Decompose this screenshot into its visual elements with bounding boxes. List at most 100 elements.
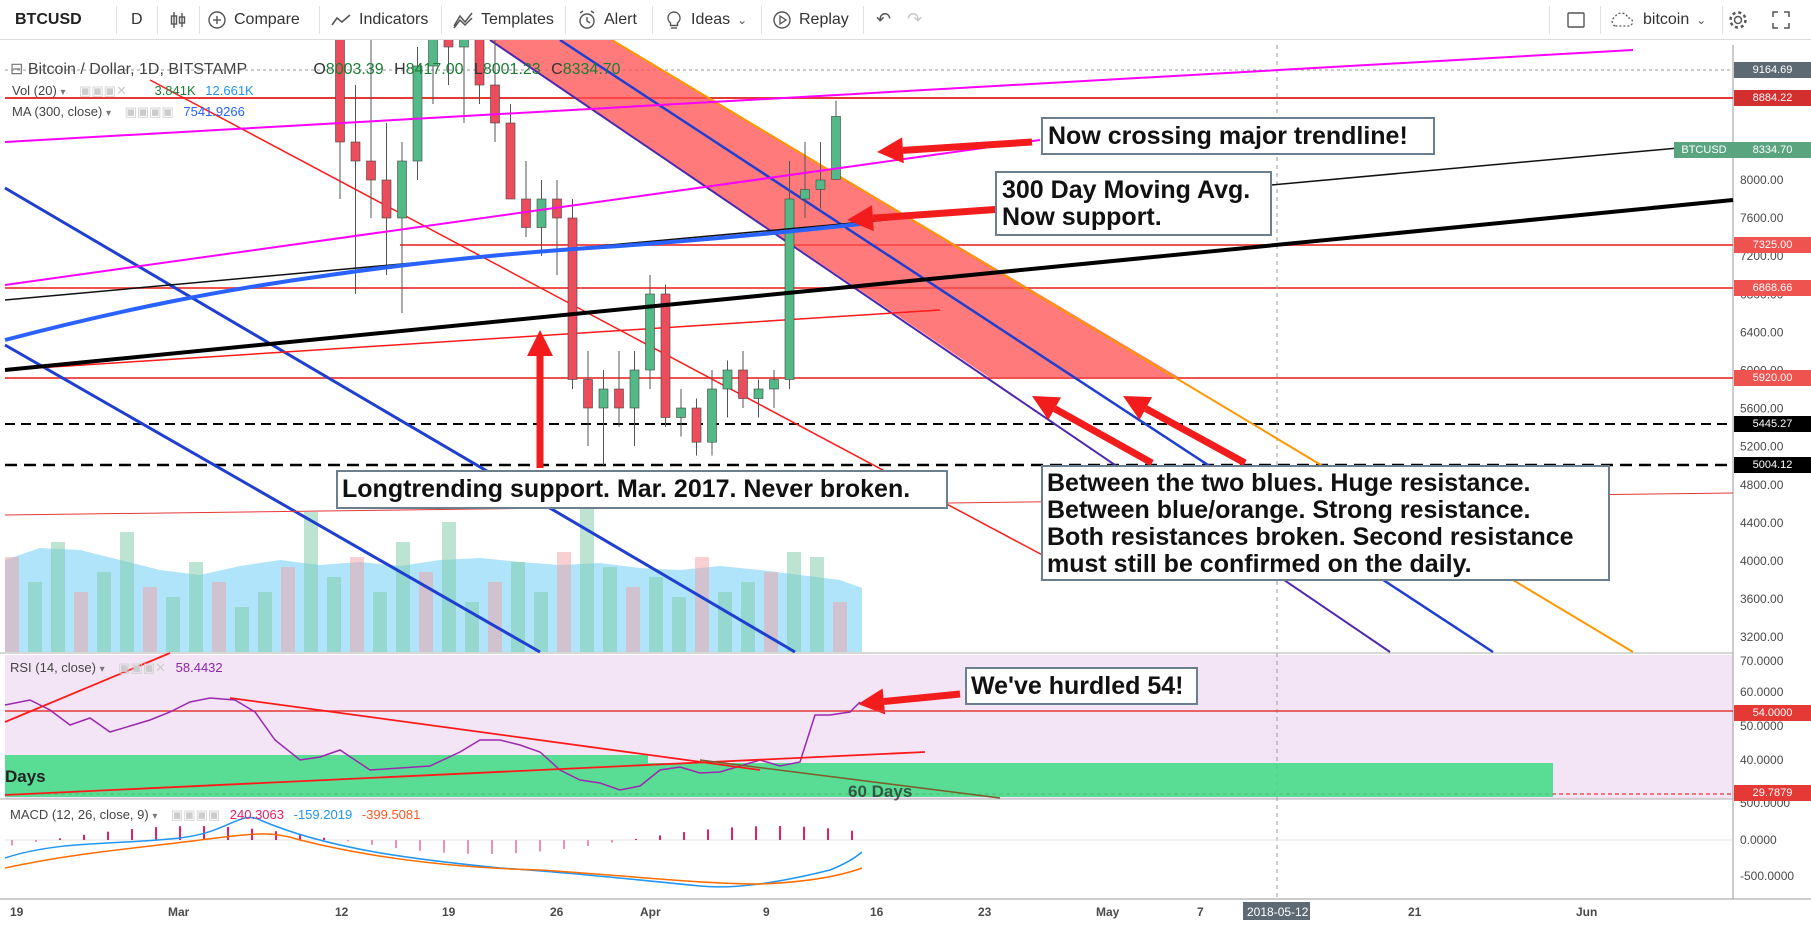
price-axis-tick: 3600.00 bbox=[1740, 592, 1784, 606]
price-axis-tick: 7600.00 bbox=[1740, 211, 1784, 225]
annotation-longtrend[interactable]: Longtrending support. Mar. 2017. Never b… bbox=[336, 470, 948, 509]
chevron-down-icon: ▾ bbox=[99, 664, 105, 675]
time-axis-tick: Mar bbox=[168, 905, 190, 919]
ohlc-l-label: L bbox=[473, 61, 483, 78]
ohlc-h-label: H bbox=[394, 61, 406, 78]
annotation-text-line: must still be confirmed on the daily. bbox=[1047, 550, 1472, 578]
vol-label: Vol (20) bbox=[12, 83, 57, 98]
indicators-button[interactable]: Indicators bbox=[330, 0, 428, 39]
rsi-value: 58.4432 bbox=[175, 660, 223, 675]
annotation-text-line: Both resistances broken. Second resistan… bbox=[1047, 523, 1574, 551]
volume-bar bbox=[810, 557, 824, 652]
candle-body bbox=[350, 141, 361, 162]
volume-bar bbox=[74, 592, 88, 652]
time-axis-tick: 19 bbox=[442, 905, 456, 919]
legend-actions-icon[interactable]: ▣▣▣✕ bbox=[118, 660, 166, 675]
candle-body bbox=[443, 40, 454, 48]
interval-button[interactable]: D bbox=[131, 0, 143, 39]
candle-body bbox=[784, 198, 795, 380]
volume-bar bbox=[695, 557, 709, 652]
ma-label: MA (300, close) bbox=[12, 104, 103, 119]
undo-button[interactable]: ↶ bbox=[876, 0, 891, 39]
compare-button[interactable]: Compare bbox=[207, 0, 300, 39]
volume-bar bbox=[741, 582, 755, 652]
time-axis-tick: 21 bbox=[1408, 905, 1422, 919]
ohlc-open: 8003.39 bbox=[325, 61, 384, 78]
redo-button[interactable]: ↷ bbox=[907, 0, 922, 39]
candle-body bbox=[583, 379, 593, 409]
annotation-resistance-note[interactable]: Between the two blues. Huge resistance. … bbox=[1041, 465, 1610, 581]
chevron-down-icon: ▾ bbox=[105, 108, 111, 119]
volume-bar bbox=[350, 557, 364, 652]
vol-value-1: 3.841K bbox=[154, 83, 196, 98]
chart-style-button[interactable] bbox=[168, 0, 188, 39]
volume-bar bbox=[143, 587, 157, 652]
chevron-down-icon: ▾ bbox=[152, 811, 158, 822]
cloud-icon bbox=[1611, 11, 1634, 27]
candle-body bbox=[629, 369, 640, 409]
candle-body bbox=[769, 379, 779, 390]
toolbar-divider bbox=[1722, 6, 1723, 34]
candle-body bbox=[691, 407, 702, 443]
time-axis-tick: 12 bbox=[335, 905, 349, 919]
ohlc-o-label: O bbox=[313, 61, 326, 78]
price-tag-5004: 5004.12 bbox=[1734, 457, 1811, 473]
settings-button[interactable] bbox=[1727, 0, 1749, 39]
volume-bar bbox=[396, 542, 410, 652]
price-axis-tick: 5600.00 bbox=[1740, 402, 1784, 416]
legend-actions-icon[interactable]: ▣▣▣▣ bbox=[125, 104, 174, 119]
legend-actions-icon[interactable]: ▣▣▣✕ bbox=[79, 83, 127, 98]
volume-bar bbox=[258, 592, 272, 652]
legend-actions-icon[interactable]: ▣▣▣▣ bbox=[171, 807, 220, 822]
ideas-label: Ideas bbox=[691, 10, 731, 28]
price-tag-rsi-54: 54.0000 bbox=[1734, 705, 1811, 721]
candle-body bbox=[397, 160, 407, 219]
layout-icon bbox=[1567, 11, 1585, 28]
macd-value-1: 240.3063 bbox=[229, 807, 284, 822]
candle-body bbox=[753, 388, 764, 399]
candle-body bbox=[800, 189, 810, 200]
toolbar-divider bbox=[1549, 6, 1550, 34]
ideas-button[interactable]: Ideas ⌄ bbox=[664, 0, 747, 39]
annotation-rsi-note[interactable]: We've hurdled 54! bbox=[965, 667, 1198, 705]
price-axis-tick: 3200.00 bbox=[1740, 630, 1784, 644]
volume-bar bbox=[327, 577, 341, 652]
candle-body bbox=[412, 65, 423, 162]
toolbar-divider bbox=[157, 6, 158, 34]
templates-button[interactable]: Templates bbox=[452, 0, 554, 39]
cloud-layout-selector[interactable]: bitcoin ⌄ bbox=[1608, 0, 1706, 39]
time-axis-tick: 7 bbox=[1197, 905, 1204, 919]
annotation-text: Longtrending support. Mar. 2017. Never b… bbox=[342, 475, 911, 503]
time-axis-tick: 9 bbox=[763, 905, 770, 919]
annotation-text-line: Between the two blues. Huge resistance. bbox=[1047, 469, 1531, 497]
fullscreen-layout-button[interactable] bbox=[1566, 0, 1586, 39]
time-axis-tick: 19 bbox=[10, 905, 24, 919]
redo-icon: ↷ bbox=[907, 9, 923, 29]
annotation-ma-support[interactable]: 300 Day Moving Avg. Now support. bbox=[995, 171, 1272, 236]
volume-bar bbox=[5, 557, 19, 652]
price-axis-tick: 5200.00 bbox=[1740, 440, 1784, 454]
macd-label: MACD (12, 26, close, 9) bbox=[10, 807, 149, 822]
volume-bar bbox=[649, 577, 663, 652]
toolbar-divider bbox=[1600, 6, 1601, 34]
candle-body bbox=[738, 369, 748, 399]
fullscreen-button[interactable] bbox=[1771, 0, 1791, 39]
time-axis-tick: 26 bbox=[550, 905, 564, 919]
chevron-down-icon: ⌄ bbox=[1696, 12, 1707, 27]
collapse-icon[interactable]: ⊟ bbox=[10, 61, 23, 78]
alert-button[interactable]: Alert bbox=[577, 0, 637, 39]
chevron-down-icon: ▾ bbox=[60, 87, 66, 98]
volume-bar bbox=[304, 512, 318, 652]
replay-button[interactable]: Replay bbox=[772, 0, 849, 39]
cursor-date-label: 2018-05-12 bbox=[1247, 905, 1309, 919]
replay-label: Replay bbox=[799, 10, 849, 28]
price-axis-tick: 6400.00 bbox=[1740, 325, 1784, 339]
symbol-search[interactable]: BTCUSD bbox=[15, 0, 82, 39]
candle-body bbox=[490, 84, 500, 124]
toolbar-divider bbox=[863, 6, 864, 34]
compare-icon bbox=[208, 10, 226, 29]
annotation-trendline-cross[interactable]: Now crossing major trendline! bbox=[1041, 117, 1435, 155]
time-axis-tick: Jun bbox=[1576, 905, 1597, 919]
undo-icon: ↶ bbox=[876, 9, 892, 29]
price-axis-tick: 4800.00 bbox=[1740, 478, 1784, 492]
